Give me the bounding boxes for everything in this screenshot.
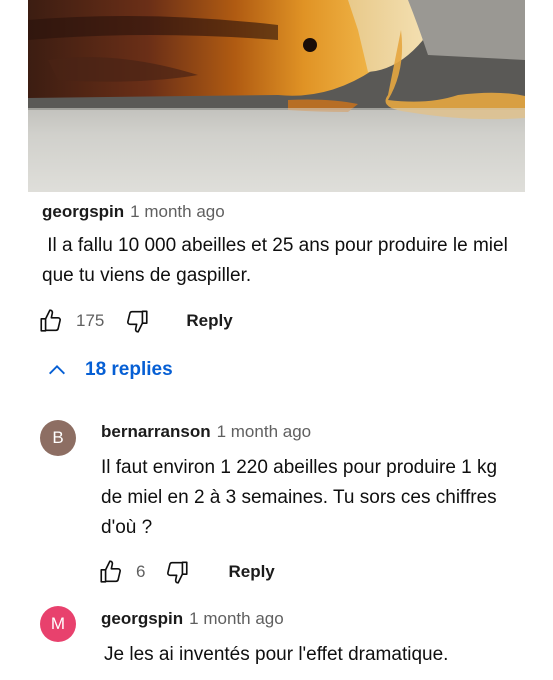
- comment-author[interactable]: bernarranson: [101, 422, 211, 441]
- comment-actions: 175 Reply: [36, 306, 233, 336]
- comment-header: bernarranson 1 month ago: [101, 422, 311, 442]
- like-count: 175: [76, 311, 105, 330]
- comment-timestamp[interactable]: 1 month ago: [130, 202, 225, 221]
- honey-jar-image: [28, 0, 525, 192]
- chevron-up-icon: [49, 365, 65, 375]
- dislike-button[interactable]: [122, 306, 152, 336]
- comment-timestamp[interactable]: 1 month ago: [189, 609, 284, 628]
- like-count: 6: [136, 562, 146, 581]
- thumbs-down-icon: [167, 561, 189, 584]
- comment-text: Il faut environ 1 220 abeilles pour prod…: [101, 457, 498, 538]
- avatar[interactable]: B: [40, 420, 76, 456]
- like-button[interactable]: [36, 306, 66, 336]
- thumbs-down-icon: [127, 310, 148, 333]
- avatar-letter: B: [52, 428, 64, 447]
- thumbs-up-icon: [40, 309, 61, 332]
- comment-text: Il a fallu 10 000 abeilles et 25 ans pou…: [42, 235, 514, 286]
- comment-header: georgspin 1 month ago: [101, 609, 284, 629]
- comment-header: georgspin 1 month ago: [42, 202, 225, 222]
- thumbs-up-icon: [100, 560, 121, 583]
- replies-count-label: 18 replies: [85, 359, 173, 380]
- avatar-letter: M: [50, 614, 66, 633]
- post-image: [28, 0, 525, 192]
- comment-author[interactable]: georgspin: [42, 202, 124, 221]
- comment-timestamp[interactable]: 1 month ago: [217, 422, 312, 441]
- avatar[interactable]: M: [40, 606, 76, 642]
- comment-author[interactable]: georgspin: [101, 609, 183, 628]
- comment-text: Je les ai inventés pour l'effet dramatiq…: [104, 644, 449, 665]
- reply-button[interactable]: Reply: [186, 311, 232, 331]
- comment-actions: 6 Reply: [96, 557, 275, 587]
- like-button[interactable]: [96, 557, 126, 587]
- replies-toggle-button[interactable]: 18 replies: [46, 357, 173, 383]
- dislike-button[interactable]: [162, 557, 192, 587]
- reply-button[interactable]: Reply: [228, 562, 274, 582]
